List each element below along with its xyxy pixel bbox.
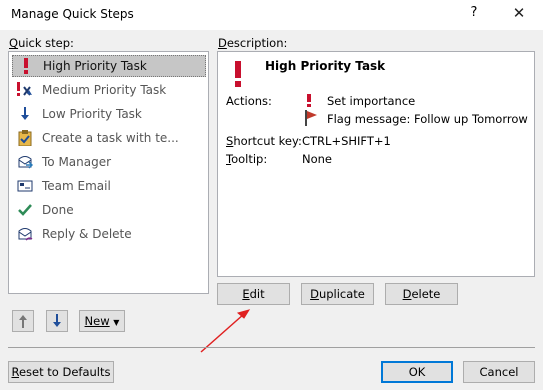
cancel-button[interactable]: Cancel [463, 361, 535, 383]
ok-button[interactable]: OK [381, 361, 453, 383]
separator [8, 347, 535, 348]
reset-to-defaults-button[interactable]: Reset to Defaults [8, 361, 114, 383]
annotation-arrow [200, 309, 251, 353]
